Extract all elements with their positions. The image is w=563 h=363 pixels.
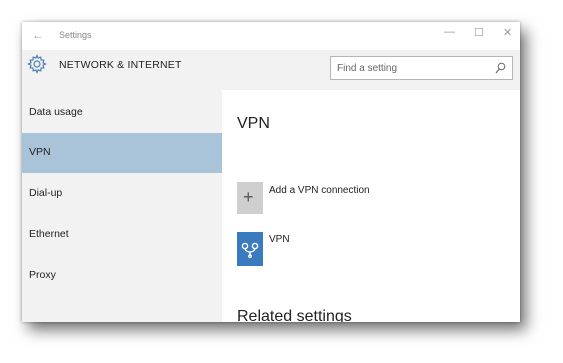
close-button[interactable]: ✕ <box>503 26 512 39</box>
search-icon[interactable] <box>495 62 506 74</box>
search-placeholder: Find a setting <box>337 63 398 74</box>
sidebar-item-proxy[interactable]: Proxy <box>22 256 222 296</box>
add-vpn-connection-label[interactable]: Add a VPN connection <box>269 185 370 196</box>
vpn-connection-label[interactable]: VPN <box>269 234 290 245</box>
back-arrow-icon[interactable]: ← <box>32 28 44 42</box>
sidebar-item-label: Proxy <box>29 269 56 281</box>
app-title: Settings <box>59 30 92 40</box>
gear-icon <box>27 54 47 74</box>
sidebar: Data usage VPN Dial-up Ethernet Proxy <box>22 90 222 322</box>
sidebar-item-label: Data usage <box>29 106 83 118</box>
sidebar-item-label: Dial-up <box>29 187 63 199</box>
sidebar-item-vpn[interactable]: VPN <box>22 133 222 173</box>
sidebar-item-ethernet[interactable]: Ethernet <box>22 215 222 255</box>
vpn-icon <box>241 242 259 259</box>
plus-icon: + <box>243 187 254 207</box>
add-vpn-connection-button[interactable]: + <box>237 182 263 214</box>
page-title: NETWORK & INTERNET <box>59 59 182 71</box>
title-bar: ← Settings — ☐ ✕ <box>22 22 520 50</box>
minimize-button[interactable]: — <box>444 26 455 38</box>
settings-window: ← Settings — ☐ ✕ NETWORK & INTERNET Find… <box>22 22 520 322</box>
search-input[interactable]: Find a setting <box>330 56 513 80</box>
sidebar-item-label: Ethernet <box>29 228 69 240</box>
vpn-connection-tile[interactable] <box>237 232 263 266</box>
sidebar-item-label: VPN <box>29 146 51 158</box>
main-content: VPN + Add a VPN connection VPN Related s… <box>222 90 520 322</box>
related-settings-heading: Related settings <box>237 308 352 322</box>
sidebar-item-dial-up[interactable]: Dial-up <box>22 174 222 214</box>
maximize-button[interactable]: ☐ <box>474 26 484 39</box>
sidebar-item-data-usage[interactable]: Data usage <box>22 93 222 133</box>
section-title: VPN <box>237 115 270 132</box>
